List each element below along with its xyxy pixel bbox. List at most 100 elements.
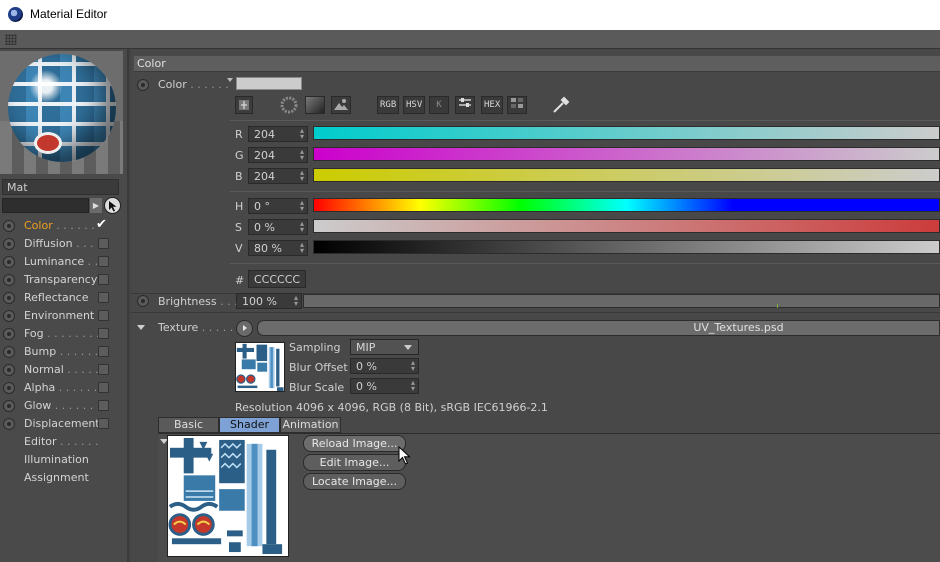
channel-radio-icon[interactable] [3,310,15,322]
swatches-mode-button[interactable] [507,96,527,114]
channel-item[interactable]: Illumination [0,451,127,469]
channel-checkbox[interactable] [98,292,109,303]
grip-handle-icon[interactable] [5,34,17,45]
brightness-animate-radio[interactable] [137,295,149,307]
channel-radio-icon[interactable] [3,220,15,232]
mouse-cursor-icon [398,446,411,465]
channel-label: Reflectance [24,291,89,304]
channel-radio-icon[interactable] [3,382,15,394]
channel-item[interactable]: Diffusion . . . [0,235,127,253]
pick-cursor-button[interactable] [104,197,121,214]
channel-radio-icon[interactable] [3,274,15,286]
eyedropper-icon[interactable] [551,96,571,114]
texture-file-field[interactable]: UV_Textures.psd [257,320,940,336]
texture-expand-triangle-icon[interactable] [137,325,145,330]
channel-item[interactable]: Luminance . . [0,253,127,271]
channel-item[interactable]: Environment [0,307,127,325]
channel-radio-icon[interactable] [3,346,15,358]
saturation-value-field[interactable]: 0 % ▴ ▾ [248,219,308,235]
material-preview[interactable] [0,51,123,174]
channel-checkbox[interactable] [98,382,109,393]
channel-radio-icon[interactable] [3,292,15,304]
channel-item[interactable]: Alpha . . . . . . [0,379,127,397]
tab-shader[interactable]: Shader [219,417,280,433]
tab-animation[interactable]: Animation [280,417,341,433]
channel-checkbox[interactable] [98,310,109,321]
hue-gradient-bar[interactable] [313,198,940,212]
channel-checkbox[interactable] [98,400,109,411]
channel-checkbox[interactable] [98,274,109,285]
green-slider-row: G 204 ▴ ▾ [221,147,940,164]
channel-label: Color . . . . . . [24,219,95,232]
channel-item[interactable]: Displacement [0,415,127,433]
blue-gradient-bar[interactable] [313,168,940,182]
value-gradient-bar[interactable] [313,240,940,254]
channel-item[interactable]: Color . . . . . . ✔ [0,217,127,235]
channel-item[interactable]: Editor . . . . . . [0,433,127,451]
texture-menu-button[interactable] [236,320,253,337]
section-header-color[interactable]: Color [134,56,940,72]
blur-scale-label: Blur Scale [289,381,345,394]
color-swatch[interactable] [236,77,302,90]
channel-item[interactable]: Normal . . . . . [0,361,127,379]
spectrum-mode-icon[interactable] [305,96,325,114]
image-picker-icon[interactable] [331,96,351,114]
channel-checkmark-icon[interactable]: ✔ [96,217,107,232]
hue-slider-row: H 0 ° ▴ ▾ [221,198,940,215]
channel-radio-icon[interactable] [3,364,15,376]
hue-value-field[interactable]: 0 ° ▴ ▾ [248,198,308,214]
channel-item[interactable]: Fog . . . . . . . . [0,325,127,343]
cinema4d-app-icon [8,7,23,22]
channel-radio-icon[interactable] [3,238,15,250]
channel-radio-icon[interactable] [3,328,15,340]
locate-image-button[interactable]: Locate Image... [303,473,406,490]
mixer-mode-button[interactable] [455,96,475,114]
channel-checkbox[interactable] [98,256,109,267]
channel-item[interactable]: Reflectance [0,289,127,307]
channel-item[interactable]: Transparency [0,271,127,289]
channel-radio-icon[interactable] [3,256,15,268]
channel-item[interactable]: Glow . . . . . . . [0,397,127,415]
layer-arrow-button[interactable]: ▶ [90,198,102,213]
blue-value-field[interactable]: 204 ▴ ▾ [248,168,308,184]
preview-sphere [8,54,116,162]
green-value-field[interactable]: 204 ▴ ▾ [248,147,308,163]
green-gradient-bar[interactable] [313,147,940,161]
sampling-dropdown[interactable]: MIP [350,339,419,355]
hex-mode-button[interactable]: HEX [481,96,504,114]
color-wheel-mode-icon[interactable] [235,96,253,114]
blur-scale-field[interactable]: 0 % ▴ ▾ [350,378,419,394]
red-value-field[interactable]: 204 ▴ ▾ [248,126,308,142]
red-gradient-bar[interactable] [313,126,940,140]
color-animate-radio[interactable] [137,79,149,91]
rgb-mode-button[interactable]: RGB [377,96,400,114]
channel-item[interactable]: Assignment [0,469,127,487]
material-name-field[interactable]: Mat [2,179,119,195]
layer-field[interactable] [2,198,89,213]
brightness-slider[interactable] [303,294,940,308]
hex-value-field[interactable]: CCCCCC [248,270,306,288]
channel-checkbox[interactable] [98,328,109,339]
channel-radio-icon[interactable] [3,400,15,412]
channel-list: Color . . . . . . ✔ Diffusion . . . Luminan… [0,217,127,487]
channel-checkbox[interactable] [98,346,109,357]
saturation-gradient-bar[interactable] [313,219,940,233]
channel-radio-icon[interactable] [3,418,15,430]
color-wheel-icon[interactable] [279,96,299,114]
color-expand-triangle-icon[interactable] [227,78,233,82]
value-value-field[interactable]: 80 % ▴ ▾ [248,240,308,256]
hsv-mode-button[interactable]: HSV [403,96,426,114]
brightness-value-field[interactable]: 100 % ▴ ▾ [236,293,302,309]
kelvin-mode-button[interactable]: K [429,96,449,114]
reload-image-button[interactable]: Reload Image... [303,435,406,452]
channel-checkbox[interactable] [98,364,109,375]
edit-image-button[interactable]: Edit Image... [303,454,406,471]
tab-basic[interactable]: Basic [158,417,219,433]
texture-thumbnail-small[interactable] [235,342,285,392]
channel-checkbox[interactable] [98,418,109,429]
channel-item[interactable]: Bump . . . . . . [0,343,127,361]
texture-label: Texture . . . . . . [158,321,241,334]
blur-offset-field[interactable]: 0 % ▴ ▾ [350,358,419,374]
channel-checkbox[interactable] [98,238,109,249]
texture-thumbnail-large[interactable] [167,435,289,557]
